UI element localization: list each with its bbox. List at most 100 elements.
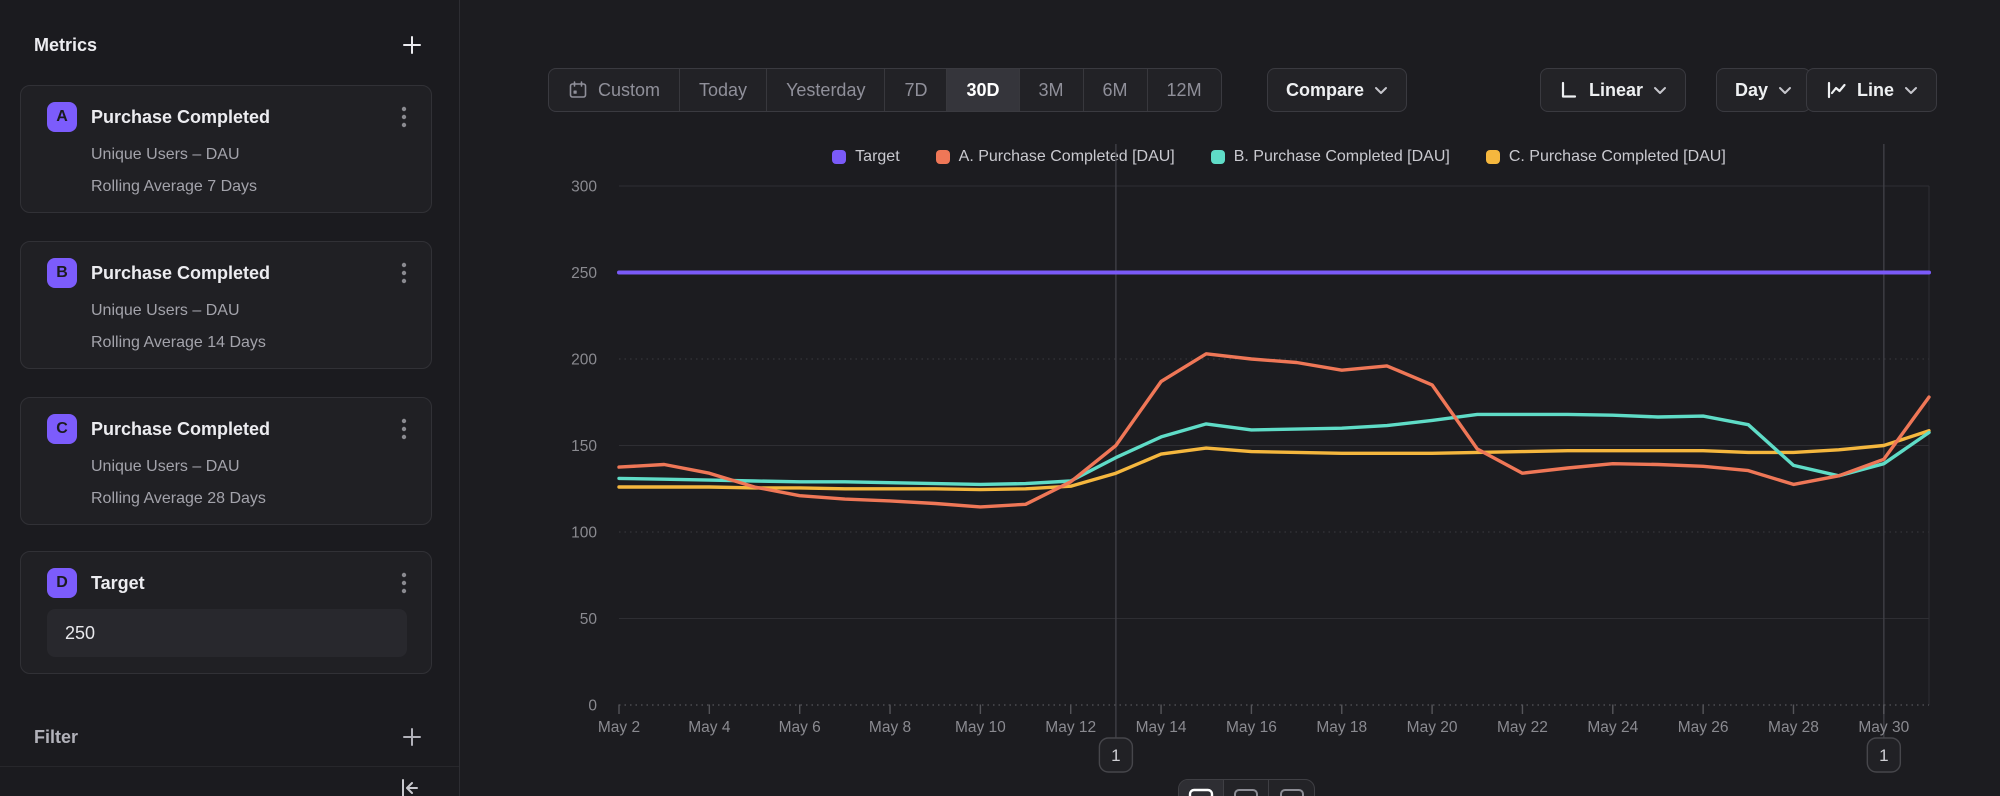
- details-view-icon: [1279, 788, 1305, 796]
- range-custom[interactable]: Custom: [549, 69, 680, 111]
- svg-text:250: 250: [571, 265, 597, 282]
- line-chart[interactable]: 11May 2May 4May 6May 8May 10May 12May 14…: [540, 140, 2000, 796]
- range-12m[interactable]: 12M: [1148, 69, 1221, 111]
- svg-text:May 30: May 30: [1858, 719, 1909, 736]
- metric-badge-b: B: [47, 258, 77, 288]
- svg-text:50: 50: [580, 611, 598, 628]
- svg-text:1: 1: [1879, 746, 1888, 765]
- range-3m[interactable]: 3M: [1020, 69, 1084, 111]
- filter-section: Filter: [34, 722, 425, 752]
- metric-badge-d: D: [47, 568, 77, 598]
- metric-card-head: B Purchase Completed: [47, 258, 407, 288]
- svg-text:May 8: May 8: [869, 719, 911, 736]
- metric-badge-c: C: [47, 414, 77, 444]
- collapse-left-icon: [397, 776, 421, 796]
- metric-card-head: A Purchase Completed: [47, 102, 407, 132]
- kebab-menu-icon[interactable]: [401, 571, 407, 595]
- metric-card-head: C Purchase Completed: [47, 414, 407, 444]
- svg-text:0: 0: [588, 698, 597, 715]
- chevron-down-icon: [1778, 86, 1792, 95]
- scale-select-button[interactable]: Linear: [1540, 68, 1686, 112]
- range-label: Today: [699, 80, 747, 101]
- metric-title: Purchase Completed: [91, 107, 401, 128]
- svg-text:May 26: May 26: [1678, 719, 1729, 736]
- filter-title: Filter: [34, 727, 78, 748]
- metric-measure: Unique Users – DAU: [91, 458, 407, 476]
- scale-label: Linear: [1589, 80, 1643, 101]
- target-value-input[interactable]: 250: [47, 609, 407, 657]
- metric-transform: Rolling Average 14 Days: [91, 334, 407, 352]
- view-option-table[interactable]: [1224, 780, 1269, 796]
- collapse-sidebar-button[interactable]: [397, 776, 421, 796]
- line-chart-icon: [1825, 80, 1847, 100]
- metric-card-b[interactable]: B Purchase Completed Unique Users – DAU …: [20, 241, 432, 369]
- svg-text:May 20: May 20: [1407, 719, 1458, 736]
- range-label: 6M: [1103, 80, 1128, 101]
- chart-type-label: Line: [1857, 80, 1894, 101]
- metric-card-a[interactable]: A Purchase Completed Unique Users – DAU …: [20, 85, 432, 213]
- chart-view-icon: [1188, 788, 1214, 796]
- metrics-title: Metrics: [34, 35, 97, 56]
- metric-transform: Rolling Average 28 Days: [91, 490, 407, 508]
- plus-icon: [401, 726, 423, 748]
- range-label: 7D: [904, 80, 927, 101]
- svg-text:1: 1: [1111, 746, 1120, 765]
- interval-select-button[interactable]: Day: [1716, 68, 1811, 112]
- range-label: 30D: [966, 80, 999, 101]
- metric-transform: Rolling Average 7 Days: [91, 178, 407, 196]
- chevron-down-icon: [1374, 86, 1388, 95]
- svg-text:150: 150: [571, 438, 597, 455]
- calendar-icon: [568, 80, 588, 100]
- svg-text:300: 300: [571, 179, 597, 196]
- metric-card-c[interactable]: C Purchase Completed Unique Users – DAU …: [20, 397, 432, 525]
- interval-label: Day: [1735, 80, 1768, 101]
- range-today[interactable]: Today: [680, 69, 767, 111]
- date-range-control: Custom Today Yesterday 7D 30D 3M 6M 12M: [548, 68, 1222, 112]
- kebab-menu-icon[interactable]: [401, 105, 407, 129]
- range-yesterday[interactable]: Yesterday: [767, 69, 885, 111]
- metrics-header: Metrics: [34, 30, 425, 60]
- compare-label: Compare: [1286, 80, 1364, 101]
- chart-type-select-button[interactable]: Line: [1806, 68, 1937, 112]
- range-30d[interactable]: 30D: [947, 69, 1019, 111]
- target-card-head: D Target: [47, 568, 407, 598]
- svg-text:May 10: May 10: [955, 719, 1006, 736]
- chart-view-toggle: [1178, 779, 1315, 796]
- target-title: Target: [91, 573, 401, 594]
- kebab-menu-icon[interactable]: [401, 417, 407, 441]
- kebab-menu-icon[interactable]: [401, 261, 407, 285]
- svg-text:200: 200: [571, 352, 597, 369]
- range-label: Custom: [598, 80, 660, 101]
- svg-text:May 28: May 28: [1768, 719, 1819, 736]
- add-filter-button[interactable]: [399, 724, 425, 750]
- metric-badge-a: A: [47, 102, 77, 132]
- chevron-down-icon: [1904, 86, 1918, 95]
- svg-text:May 16: May 16: [1226, 719, 1277, 736]
- analytics-dashboard: Metrics A Purchase Completed Unique User…: [0, 0, 2000, 796]
- metric-measure: Unique Users – DAU: [91, 302, 407, 320]
- svg-text:May 6: May 6: [779, 719, 821, 736]
- svg-text:May 24: May 24: [1587, 719, 1638, 736]
- range-6m[interactable]: 6M: [1084, 69, 1148, 111]
- range-label: 3M: [1039, 80, 1064, 101]
- metric-title: Purchase Completed: [91, 419, 401, 440]
- svg-text:May 2: May 2: [598, 719, 640, 736]
- view-option-details[interactable]: [1269, 780, 1314, 796]
- chevron-down-icon: [1653, 86, 1667, 95]
- svg-text:May 18: May 18: [1316, 719, 1367, 736]
- linear-axis-icon: [1559, 80, 1579, 100]
- svg-text:May 14: May 14: [1136, 719, 1187, 736]
- table-view-icon: [1233, 788, 1259, 796]
- metric-title: Purchase Completed: [91, 263, 401, 284]
- sidebar-divider: [0, 766, 459, 767]
- svg-text:100: 100: [571, 525, 597, 542]
- compare-button[interactable]: Compare: [1267, 68, 1407, 112]
- metrics-sidebar: Metrics A Purchase Completed Unique User…: [0, 0, 460, 796]
- target-card[interactable]: D Target 250: [20, 551, 432, 674]
- range-7d[interactable]: 7D: [885, 69, 947, 111]
- plus-icon: [401, 34, 423, 56]
- view-option-chart[interactable]: [1179, 780, 1224, 796]
- svg-text:May 4: May 4: [688, 719, 731, 736]
- add-metric-button[interactable]: [399, 32, 425, 58]
- metric-measure: Unique Users – DAU: [91, 146, 407, 164]
